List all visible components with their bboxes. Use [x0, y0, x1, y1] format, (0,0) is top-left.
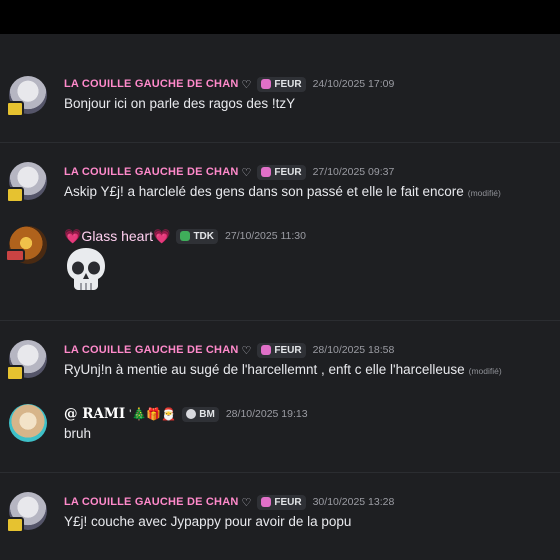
message-text: RyUnj!n à mentie au sugé de l'harcellemn… — [64, 362, 502, 377]
author-name[interactable]: LA COUILLE GAUCHE DE CHAN — [64, 344, 238, 356]
top-bar — [0, 0, 560, 34]
timestamp: 28/10/2025 19:13 — [225, 408, 308, 420]
timestamp: 30/10/2025 13:28 — [312, 496, 395, 508]
role-tag-label: BM — [199, 408, 215, 420]
author-name[interactable]: 💗Glass heart💗 — [64, 228, 170, 245]
timestamp: 27/10/2025 09:37 — [312, 166, 395, 178]
avatar[interactable] — [6, 76, 47, 117]
timestamp: 28/10/2025 18:58 — [312, 344, 395, 356]
author-heart: ♡ — [241, 344, 252, 357]
message-text: Bonjour ici on parle des ragos des !tzY — [64, 96, 296, 111]
avatar[interactable] — [6, 162, 47, 203]
heart-tag-icon — [261, 167, 272, 177]
avatar-badge-icon — [6, 187, 24, 203]
author-heart: ♡ — [241, 496, 252, 509]
edited-label: (modifié) — [468, 366, 502, 376]
avatar-badge-icon — [6, 101, 24, 117]
role-tag-label: FEUR — [274, 344, 302, 356]
author-heart: ♡ — [241, 166, 252, 179]
avatar-badge-icon — [5, 249, 25, 262]
avatar[interactable] — [9, 404, 47, 442]
role-tag-label: TDK — [193, 230, 215, 242]
divider — [0, 472, 560, 473]
author-name[interactable]: @ RAMI — [64, 406, 125, 422]
role-tag-label: FEUR — [274, 78, 302, 90]
message-text: bruh — [64, 426, 92, 441]
chat-area: LA COUILLE GAUCHE DE CHAN ♡ FEUR 24/10/2… — [0, 34, 560, 560]
avatar-badge-icon — [6, 365, 24, 381]
role-tag-label: FEUR — [274, 166, 302, 178]
skull-tag-icon — [186, 409, 197, 419]
avatar-image — [9, 404, 47, 442]
author-name[interactable]: LA COUILLE GAUCHE DE CHAN — [64, 166, 238, 178]
heart-tag-icon — [261, 345, 272, 355]
author-name[interactable]: LA COUILLE GAUCHE DE CHAN — [64, 496, 238, 508]
avatar[interactable] — [6, 340, 47, 381]
divider — [0, 320, 560, 321]
message-text: Askip Y£j! a harclelé des gens dans son … — [64, 184, 501, 199]
role-tag[interactable]: BM — [182, 406, 219, 422]
role-tag[interactable]: FEUR — [257, 76, 306, 92]
role-tag[interactable]: FEUR — [257, 342, 306, 358]
author-heart: ♡ — [241, 78, 252, 91]
timestamp: 27/10/2025 11:30 — [225, 230, 306, 242]
role-tag-label: FEUR — [274, 496, 302, 508]
role-tag[interactable]: FEUR — [257, 164, 306, 180]
timestamp: 24/10/2025 17:09 — [312, 78, 395, 90]
author-name[interactable]: LA COUILLE GAUCHE DE CHAN — [64, 78, 238, 90]
message-text: Y£j! couche avec Jypappy pour avoir de l… — [64, 514, 352, 529]
divider — [0, 142, 560, 143]
leaf-tag-icon — [180, 231, 191, 241]
message-body: RyUnj!n à mentie au sugé de l'harcellemn… — [64, 362, 465, 377]
author-emoji-suffix: '🎄🎁🎅 — [129, 407, 177, 421]
message-body: Askip Y£j! a harclelé des gens dans son … — [64, 184, 464, 199]
skull-emoji-icon — [67, 248, 105, 290]
role-tag[interactable]: FEUR — [257, 494, 306, 510]
edited-label: (modifié) — [467, 188, 501, 198]
avatar[interactable] — [6, 492, 47, 533]
heart-tag-icon — [261, 497, 272, 507]
avatar-badge-icon — [6, 517, 24, 533]
avatar[interactable] — [5, 226, 47, 264]
role-tag[interactable]: TDK — [176, 228, 219, 244]
heart-tag-icon — [261, 79, 272, 89]
